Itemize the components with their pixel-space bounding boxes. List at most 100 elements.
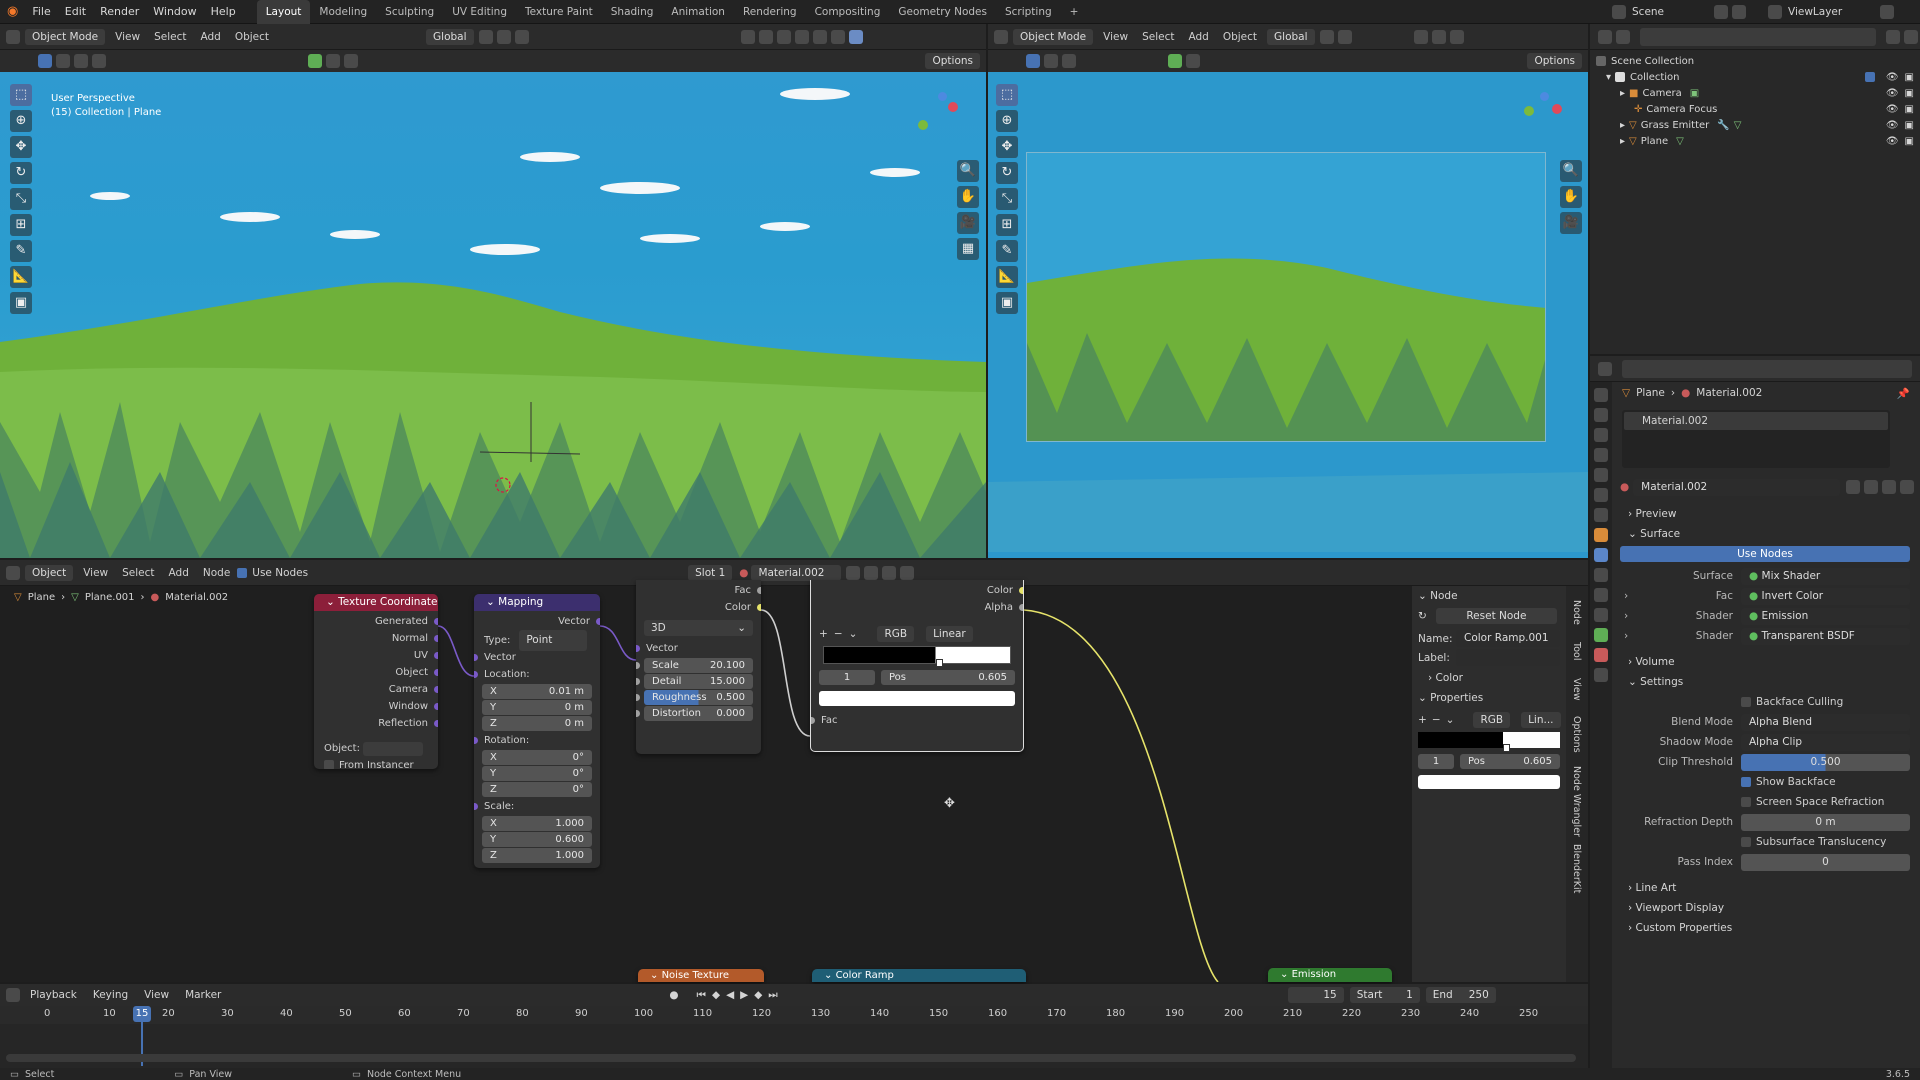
viewlayer-selector[interactable]: ViewLayer xyxy=(1766,0,1896,24)
color-ramp-gradient[interactable] xyxy=(823,646,1011,667)
stop-pos-field[interactable]: Pos 0.605 xyxy=(1460,754,1560,769)
surface-shader-field[interactable]: ● Mix Shader xyxy=(1741,567,1910,585)
add-workspace-icon[interactable]: + xyxy=(1061,0,1088,24)
from-instancer-checkbox[interactable] xyxy=(324,760,334,769)
use-nodes-button[interactable]: Use Nodes xyxy=(1620,546,1910,562)
play-icon[interactable]: ▶ xyxy=(740,989,748,1001)
socket[interactable] xyxy=(434,652,438,659)
node-header[interactable]: ⌄ Texture Coordinate xyxy=(314,594,438,611)
orientation-dropdown[interactable]: Global xyxy=(1267,28,1315,45)
xray-icon[interactable] xyxy=(794,29,809,44)
section-preview[interactable]: › Preview xyxy=(1616,504,1920,524)
location-z-field[interactable]: Z0 m xyxy=(482,716,592,731)
gizmo-icon[interactable] xyxy=(758,29,773,44)
proportional-icon[interactable] xyxy=(514,29,529,44)
shading-solid-icon[interactable] xyxy=(812,29,827,44)
socket[interactable] xyxy=(757,604,761,611)
node-color-ramp[interactable]: Color Alpha + − ⌄ RGB Linear 1 Pos 0.605 … xyxy=(810,580,1024,752)
tab-texture-paint[interactable]: Texture Paint xyxy=(516,0,602,24)
proportional-icon[interactable] xyxy=(1337,29,1352,44)
node-header[interactable]: ⌄ Color Ramp xyxy=(812,969,1026,982)
menu-object[interactable]: Object xyxy=(1216,24,1264,50)
viewport-right-canvas[interactable]: ⬚ ⊕ ✥ ↻ ⤡ ⊞ ✎ 📐 ▣ 🔍 ✋ 🎥 xyxy=(988,72,1588,558)
node-noise-texture-2[interactable]: ⌄ Noise Texture xyxy=(638,969,764,982)
eye-icon[interactable]: 👁 xyxy=(1886,88,1899,99)
socket[interactable] xyxy=(636,662,640,669)
pivot-icon[interactable] xyxy=(478,29,493,44)
measure-tool-icon[interactable]: 📐 xyxy=(10,266,32,288)
node-label-field[interactable] xyxy=(1456,649,1560,666)
select-tool-icon[interactable]: ⬚ xyxy=(996,84,1018,106)
socket[interactable] xyxy=(434,635,438,642)
editor-type-icon[interactable] xyxy=(6,29,20,44)
socket[interactable] xyxy=(434,618,438,625)
chevron-right-icon[interactable]: ▸ xyxy=(1620,136,1625,147)
eye-icon[interactable]: 👁 xyxy=(1886,104,1899,115)
pass-index-field[interactable]: 0 xyxy=(1741,853,1910,871)
visibility-icon[interactable] xyxy=(1413,29,1428,44)
socket[interactable] xyxy=(474,803,478,810)
distortion-field[interactable]: Distortion 0.000 xyxy=(636,706,753,721)
detail-field[interactable]: Detail 15.000 xyxy=(636,674,753,689)
tab-uv-editing[interactable]: UV Editing xyxy=(443,0,516,24)
node-mapping[interactable]: ⌄ Mapping Vector Type: Point Vector Locat… xyxy=(474,594,600,868)
tab-rendering[interactable]: Rendering xyxy=(734,0,806,24)
backface-culling-checkbox[interactable] xyxy=(1741,697,1751,707)
socket[interactable] xyxy=(757,587,761,594)
play-reverse-icon[interactable]: ◀ xyxy=(726,989,734,1001)
section-volume[interactable]: › Volume xyxy=(1616,652,1920,672)
sidebar-tab-view[interactable]: View xyxy=(1571,678,1582,701)
new-viewlayer-icon[interactable] xyxy=(1880,5,1894,19)
section-properties[interactable]: ⌄ Properties xyxy=(1412,688,1566,708)
outliner-item-camera[interactable]: ▸ ■ Camera ▣ 👁 ▣ xyxy=(1596,85,1914,101)
rotation-y-field[interactable]: Y 0° xyxy=(482,766,592,781)
blend-mode-dropdown[interactable]: Alpha Blend xyxy=(1741,713,1910,731)
gizmo-z-icon[interactable] xyxy=(1540,92,1549,101)
filter-icon[interactable] xyxy=(1900,480,1914,494)
jump-end-icon[interactable]: ⏭ xyxy=(768,989,777,1002)
annotate-tool-icon[interactable]: ✎ xyxy=(996,240,1018,262)
menu-edit[interactable]: Edit xyxy=(58,0,93,24)
gizmo-x-icon[interactable] xyxy=(1552,104,1562,114)
menu-view[interactable]: View xyxy=(108,24,147,50)
rotate-tool-icon[interactable]: ↻ xyxy=(10,162,32,184)
scene-tab-icon[interactable] xyxy=(1594,468,1608,482)
add-cube-tool-icon[interactable]: ▣ xyxy=(10,292,32,314)
scale-x-field[interactable]: X 1.000 xyxy=(482,816,592,831)
socket[interactable] xyxy=(811,717,815,724)
chevron-right-icon[interactable]: › xyxy=(1616,590,1628,602)
socket[interactable] xyxy=(434,720,438,727)
options-button[interactable]: Options xyxy=(925,53,980,69)
reset-node-button[interactable]: Reset Node xyxy=(1435,608,1557,624)
socket[interactable] xyxy=(474,671,478,678)
view-layer-tab-icon[interactable] xyxy=(1594,448,1608,462)
stop-pos-field[interactable]: Pos 0.605 xyxy=(881,670,1015,685)
search-icon[interactable] xyxy=(344,54,358,68)
node-header[interactable]: ⌄ Noise Texture xyxy=(638,969,764,982)
overlay-icon[interactable] xyxy=(776,29,791,44)
menu-object[interactable]: Object xyxy=(228,24,276,50)
collection-icon[interactable] xyxy=(1168,54,1182,68)
node-noise-texture[interactable]: Fac Color 3D ⌄ Vector Scale 20.100 Detail 1… xyxy=(636,580,761,754)
physics-tab-icon[interactable] xyxy=(1594,588,1608,602)
sidebar-tab-node-wrangler[interactable]: Node Wrangler xyxy=(1571,766,1582,837)
menu-marker[interactable]: Marker xyxy=(177,989,229,1001)
new-scene-icon[interactable] xyxy=(1714,5,1728,19)
new-collection-icon[interactable] xyxy=(1904,29,1918,44)
section-surface[interactable]: ⌄ Surface xyxy=(1616,524,1920,544)
collection-icon[interactable] xyxy=(308,54,322,68)
sss-row[interactable]: Subsurface Translucency xyxy=(1616,832,1920,852)
camera-render-icon[interactable]: ▣ xyxy=(1905,72,1914,83)
menu-add[interactable]: Add xyxy=(1181,24,1215,50)
stop-index-field[interactable]: 1 xyxy=(819,670,875,685)
interpolation-dropdown[interactable]: Lin... xyxy=(1521,712,1561,728)
rotate-tool-icon[interactable]: ↻ xyxy=(996,162,1018,184)
clip-threshold-slider[interactable]: 0.500 xyxy=(1741,753,1910,771)
material-slot[interactable]: Material.002 xyxy=(1624,412,1888,430)
viewport-left[interactable]: Object Mode View Select Add Object Globa… xyxy=(0,24,986,558)
show-backface-checkbox[interactable] xyxy=(1741,777,1751,787)
section-line-art[interactable]: › Line Art xyxy=(1616,878,1920,898)
scale-z-field[interactable]: Z 1.000 xyxy=(482,848,592,863)
socket[interactable] xyxy=(434,703,438,710)
add-stop-icon[interactable]: + xyxy=(1418,714,1427,726)
